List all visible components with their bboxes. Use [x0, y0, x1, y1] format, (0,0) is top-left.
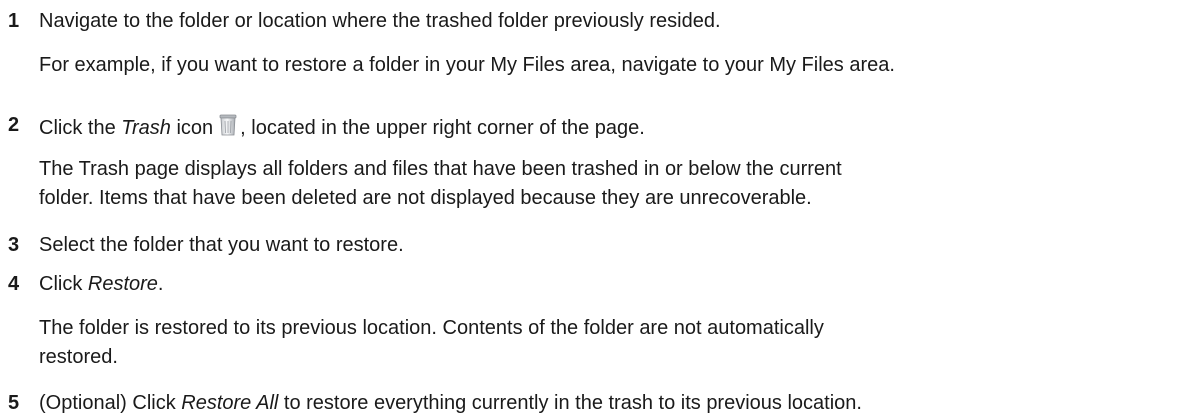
step-text-after: , located in the upper right corner of t…: [240, 117, 645, 139]
step-text-after: to restore everything currently in the t…: [278, 392, 862, 414]
step-detail-line: restored.: [39, 346, 118, 368]
step-text-after: .: [157, 273, 164, 295]
step-detail-line: The Trash page displays all folders and …: [39, 158, 842, 180]
step-detail: For example, if you want to restore a fo…: [39, 54, 895, 76]
trash-term: Trash: [121, 117, 171, 139]
instruction-document: 1 Navigate to the folder or location whe…: [0, 0, 1181, 419]
step-text: Navigate to the folder or location where…: [39, 10, 721, 32]
trash-icon: [217, 113, 239, 137]
step-text-before: (Optional) Click: [39, 392, 182, 414]
restore-all-term: Restore All: [181, 392, 279, 414]
step-text-before: Click the: [39, 117, 122, 139]
step-number: 1: [8, 10, 20, 32]
step-detail-line: folder. Items that have been deleted are…: [39, 187, 812, 209]
step-number: 3: [8, 234, 20, 256]
step-text: Click Restore.: [39, 272, 163, 296]
step-text: Select the folder that you want to resto…: [39, 234, 404, 256]
step-number: 4: [8, 273, 20, 295]
step-text: (Optional) Click Restore All to restore …: [39, 391, 862, 415]
step-number: 5: [8, 392, 20, 414]
step-text: Click the Trash icon , located in the upp…: [39, 113, 645, 140]
step-text-before: Click: [39, 273, 88, 295]
step-detail-line: The folder is restored to its previous l…: [39, 317, 824, 339]
restore-term: Restore: [87, 273, 158, 295]
step-text-mid: icon: [170, 117, 214, 139]
step-number: 2: [8, 114, 20, 136]
